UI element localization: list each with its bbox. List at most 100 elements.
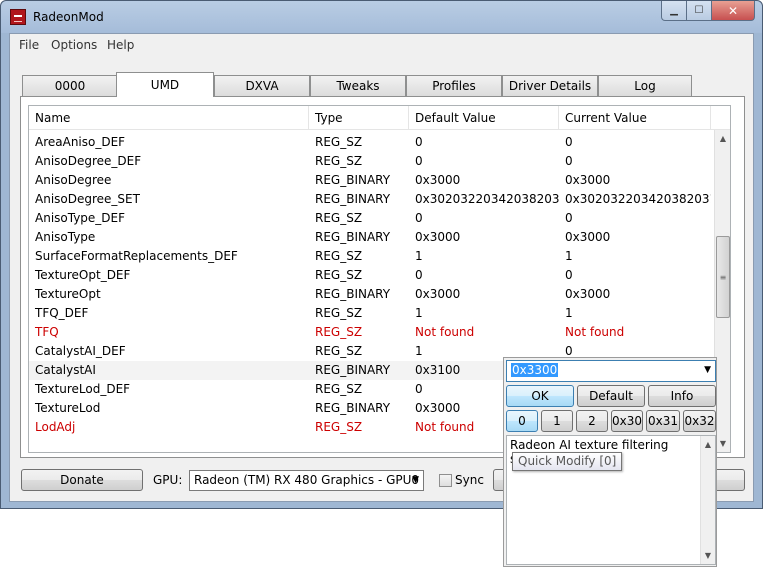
- row-name: SurfaceFormatReplacements_DEF: [35, 249, 238, 263]
- row-type: REG_SZ: [315, 249, 363, 263]
- menu-file[interactable]: File: [19, 38, 39, 52]
- table-row[interactable]: SurfaceFormatReplacements_DEF REG_SZ 1 1: [29, 247, 715, 266]
- tab-profiles[interactable]: Profiles: [406, 75, 502, 96]
- row-type: REG_BINARY: [315, 230, 391, 244]
- menu-options[interactable]: Options: [51, 38, 97, 52]
- row-default-value: 0: [415, 268, 423, 282]
- row-default-value: 0x3000: [415, 230, 461, 244]
- row-type: REG_SZ: [315, 135, 363, 149]
- table-row[interactable]: AnisoType REG_BINARY 0x3000 0x3000: [29, 228, 715, 247]
- title-bar[interactable]: RadeonMod ▁ ☐ ✕: [1, 1, 762, 33]
- bottom-button-right[interactable]: [713, 469, 745, 491]
- chevron-down-icon[interactable]: ▼: [704, 361, 711, 380]
- sync-checkbox[interactable]: [439, 474, 452, 487]
- gpu-select-value: Radeon (TM) RX 480 Graphics - GPU0: [194, 473, 420, 487]
- tab-umd[interactable]: UMD: [116, 72, 214, 97]
- quick-value-0x32-button[interactable]: 0x32: [683, 410, 716, 432]
- column-type[interactable]: Type: [309, 106, 409, 130]
- row-default-value: 0x3000: [415, 287, 461, 301]
- quick-value-1-button[interactable]: 1: [541, 410, 573, 432]
- table-row[interactable]: AnisoDegree_SET REG_BINARY 0x3020322034203…: [29, 190, 715, 209]
- table-row[interactable]: AnisoType_DEF REG_SZ 0 0: [29, 209, 715, 228]
- scroll-up-icon[interactable]: ▲: [701, 436, 715, 453]
- minimize-icon: ▁: [670, 5, 678, 16]
- tab-dxva[interactable]: DXVA: [214, 75, 310, 96]
- maximize-icon: ☐: [694, 5, 704, 16]
- row-name: TextureOpt: [35, 287, 101, 301]
- row-name: AnisoType_DEF: [35, 211, 126, 225]
- close-button[interactable]: ✕: [711, 1, 755, 21]
- ok-button[interactable]: OK: [506, 385, 574, 407]
- description-scrollbar[interactable]: ▲ ▼: [700, 436, 715, 564]
- row-current-value: 0x3000: [565, 230, 611, 244]
- sync-label: Sync: [455, 473, 484, 487]
- row-name: CatalystAI: [35, 363, 96, 377]
- minimize-button[interactable]: ▁: [661, 1, 687, 21]
- row-current-value: Not found: [565, 325, 625, 339]
- row-current-value: 0x3000: [565, 287, 611, 301]
- row-type: REG_SZ: [315, 154, 363, 168]
- row-current-value: 0x3020322034203820313...: [565, 192, 711, 206]
- row-current-value: 0: [565, 211, 573, 225]
- row-current-value: 0: [565, 154, 573, 168]
- column-name[interactable]: Name: [29, 106, 309, 130]
- row-type: REG_SZ: [315, 325, 363, 339]
- row-name: AnisoDegree_DEF: [35, 154, 142, 168]
- donate-button[interactable]: Donate: [21, 469, 143, 491]
- row-name: TextureLod_DEF: [35, 382, 131, 396]
- list-header: Name Type Default Value Current Value: [29, 106, 730, 130]
- tab-log[interactable]: Log: [598, 75, 692, 96]
- row-type: REG_SZ: [315, 382, 363, 396]
- table-row[interactable]: TFQ_DEF REG_SZ 1 1: [29, 304, 715, 323]
- menu-bar: File Options Help: [10, 34, 753, 56]
- tab-driver-details[interactable]: Driver Details: [502, 75, 598, 96]
- table-row[interactable]: TextureOpt_DEF REG_SZ 0 0: [29, 266, 715, 285]
- quick-value-0-button[interactable]: 0: [506, 410, 538, 432]
- table-row[interactable]: AnisoDegree_DEF REG_SZ 0 0: [29, 152, 715, 171]
- value-input[interactable]: 0x3300: [511, 363, 559, 377]
- row-name: TextureLod: [35, 401, 101, 415]
- tab-tweaks[interactable]: Tweaks: [310, 75, 406, 96]
- column-default-value[interactable]: Default Value: [409, 106, 559, 130]
- row-name: TFQ: [35, 325, 59, 339]
- maximize-button[interactable]: ☐: [686, 1, 712, 21]
- quick-value-0x31-button[interactable]: 0x31: [646, 410, 680, 432]
- table-row[interactable]: TFQ REG_SZ Not found Not found: [29, 323, 715, 342]
- close-icon: ✕: [727, 3, 739, 18]
- row-name: TextureOpt_DEF: [35, 268, 131, 282]
- scroll-up-icon[interactable]: ▲: [715, 130, 730, 147]
- row-type: REG_SZ: [315, 420, 363, 434]
- default-button[interactable]: Default: [577, 385, 645, 407]
- row-name: AnisoType: [35, 230, 96, 244]
- quick-value-2-button[interactable]: 2: [576, 410, 608, 432]
- gpu-select[interactable]: Radeon (TM) RX 480 Graphics - GPU0 ▼: [189, 470, 424, 491]
- row-name: AnisoDegree: [35, 173, 112, 187]
- table-row[interactable]: TextureOpt REG_BINARY 0x3000 0x3000: [29, 285, 715, 304]
- menu-help[interactable]: Help: [107, 38, 134, 52]
- row-type: REG_BINARY: [315, 363, 391, 377]
- table-row[interactable]: AreaAniso_DEF REG_SZ 0 0: [29, 133, 715, 152]
- row-default-value: Not found: [415, 325, 475, 339]
- row-name: AnisoDegree_SET: [35, 192, 140, 206]
- row-default-value: 1: [415, 306, 423, 320]
- scroll-down-icon[interactable]: ▼: [715, 435, 730, 452]
- row-type: REG_BINARY: [315, 287, 391, 301]
- column-current-value[interactable]: Current Value: [559, 106, 711, 130]
- chevron-down-icon: ▼: [412, 475, 419, 485]
- scroll-down-icon[interactable]: ▼: [701, 547, 715, 564]
- row-default-value: 0x3020322034203820313...: [415, 192, 559, 206]
- tab-0000[interactable]: 0000: [22, 75, 118, 96]
- info-button[interactable]: Info: [648, 385, 716, 407]
- scroll-thumb[interactable]: ≡: [716, 236, 730, 318]
- row-name: CatalystAI_DEF: [35, 344, 126, 358]
- row-default-value: 0x3000: [415, 173, 461, 187]
- row-current-value: 1: [565, 249, 573, 263]
- row-current-value: 1: [565, 306, 573, 320]
- row-type: REG_BINARY: [315, 401, 391, 415]
- quick-value-0x30-button[interactable]: 0x30: [611, 410, 643, 432]
- row-name: LodAdj: [35, 420, 76, 434]
- table-row[interactable]: AnisoDegree REG_BINARY 0x3000 0x3000: [29, 171, 715, 190]
- row-default-value: 0: [415, 211, 423, 225]
- value-combobox[interactable]: 0x3300 ▼: [506, 360, 716, 382]
- row-type: REG_SZ: [315, 211, 363, 225]
